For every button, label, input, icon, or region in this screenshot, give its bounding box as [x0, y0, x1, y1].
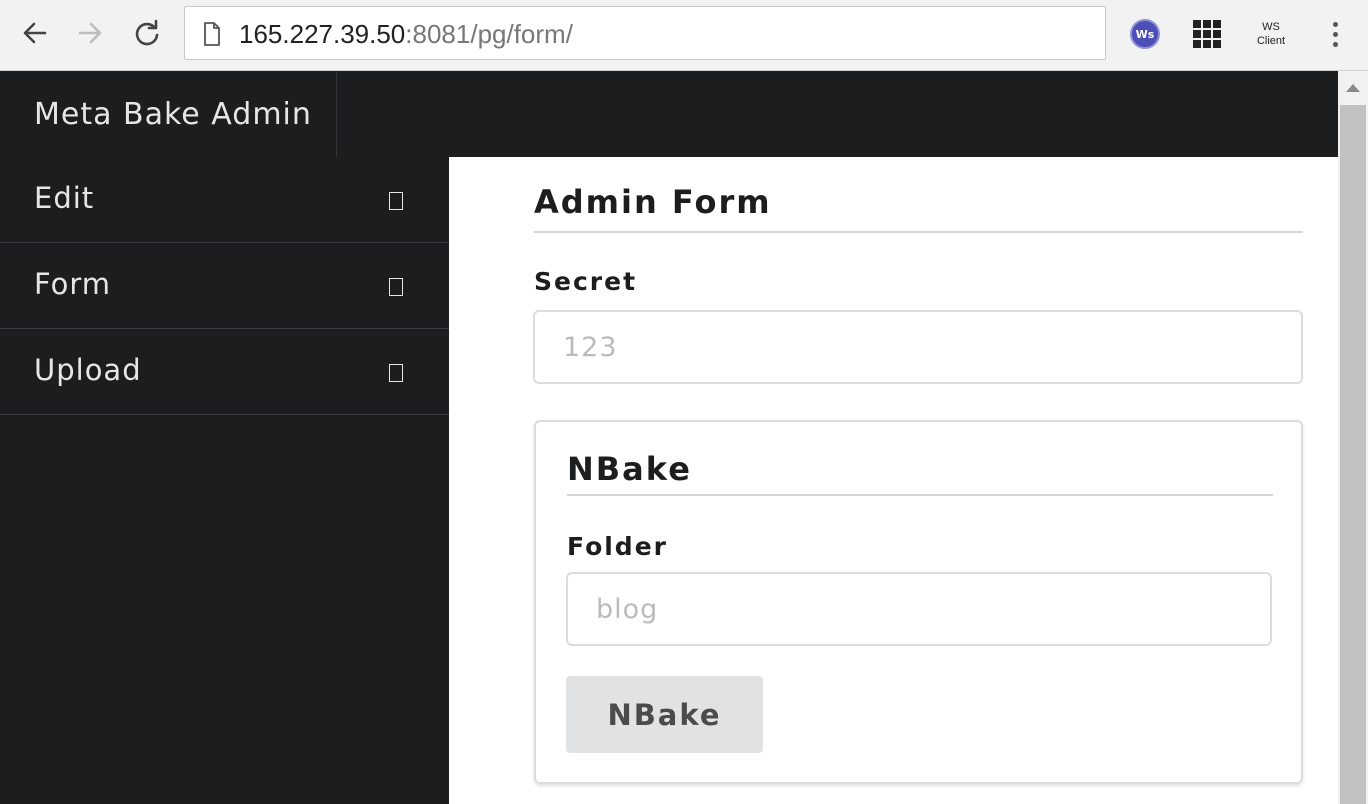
address-bar[interactable]: 165.227.39.50:8081/pg/form/: [184, 6, 1106, 60]
back-button[interactable]: [17, 14, 53, 52]
ws-client-label: WS Client: [1257, 20, 1285, 48]
url-text[interactable]: 165.227.39.50:8081/pg/form/: [239, 19, 573, 49]
ws-client-button[interactable]: WS Client: [1246, 14, 1296, 54]
folder-input[interactable]: [566, 572, 1272, 646]
scroll-thumb[interactable]: [1340, 105, 1366, 804]
back-icon: [23, 22, 47, 44]
page-title: Admin Form: [534, 183, 772, 221]
page-scrollbar[interactable]: [1338, 71, 1368, 804]
browser-toolbar: 165.227.39.50:8081/pg/form/ Ws WS Client: [0, 0, 1368, 71]
apps-icon: [1193, 20, 1221, 48]
url-host: 165.227.39.50: [239, 19, 406, 49]
title-divider: [534, 231, 1303, 233]
ws-extension-icon: Ws: [1130, 19, 1160, 49]
secret-input[interactable]: [533, 310, 1303, 384]
menu-glyph-icon: [389, 278, 403, 296]
apps-button[interactable]: [1190, 14, 1224, 54]
url-path: :8081/pg/form/: [405, 19, 573, 49]
ws-client-line2: Client: [1256, 35, 1286, 47]
menu-glyph-icon: [389, 364, 403, 382]
sidebar: Edit Form Upload: [0, 157, 449, 415]
main-content: Admin Form Secret NBake Folder NBake: [449, 157, 1338, 804]
menu-glyph-icon: [389, 192, 403, 210]
sidebar-item-label: Upload: [34, 353, 142, 387]
sidebar-item-label: Edit: [34, 181, 95, 215]
page-icon: [204, 22, 220, 46]
reload-icon: [135, 19, 159, 46]
forward-icon: [78, 22, 102, 44]
brand-header: Meta Bake Admin: [0, 71, 337, 157]
sidebar-item-form[interactable]: Form: [0, 243, 449, 329]
sidebar-item-upload[interactable]: Upload: [0, 329, 449, 415]
secret-label: Secret: [534, 267, 638, 296]
ws-extension-button[interactable]: Ws: [1127, 14, 1163, 54]
sidebar-item-label: Form: [34, 267, 112, 301]
nbake-section-title: NBake: [567, 450, 692, 488]
forward-button[interactable]: [72, 14, 108, 52]
menu-icon: [1332, 21, 1338, 47]
app-page: Meta Bake Admin Edit Form Upload Admin F…: [0, 71, 1338, 804]
ws-client-line1: WS: [1262, 21, 1280, 33]
brand-title[interactable]: Meta Bake Admin: [34, 97, 312, 132]
browser-menu-button[interactable]: [1320, 14, 1350, 54]
reload-button[interactable]: [129, 14, 165, 52]
scroll-up-arrow-icon[interactable]: [1338, 71, 1368, 105]
folder-label: Folder: [567, 532, 668, 561]
sidebar-item-edit[interactable]: Edit: [0, 157, 449, 243]
nbake-button[interactable]: NBake: [566, 676, 763, 753]
nbake-fieldset: NBake Folder NBake: [534, 420, 1303, 784]
section-divider: [567, 494, 1273, 496]
